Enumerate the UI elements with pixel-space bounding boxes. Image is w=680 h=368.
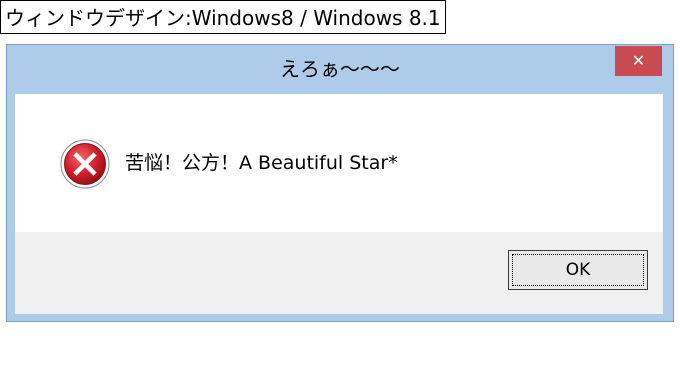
- ok-button[interactable]: OK: [508, 250, 648, 290]
- ok-button-label: OK: [565, 260, 591, 280]
- close-icon: ✕: [631, 51, 646, 70]
- button-area: OK: [15, 232, 663, 314]
- message-text: 苦悩！公方！A Beautiful Star*: [125, 152, 398, 174]
- dialog-client-area: 苦悩！公方！A Beautiful Star* OK: [15, 94, 663, 314]
- dialog-window: えろぁ〜〜〜 ✕ 苦悩！公方！A Beautiful Star* OK: [6, 44, 674, 322]
- window-title: えろぁ〜〜〜: [280, 57, 400, 81]
- message-area: 苦悩！公方！A Beautiful Star*: [15, 94, 663, 232]
- close-button[interactable]: ✕: [615, 46, 662, 76]
- caption-label: ウィンドウデザイン:Windows8 / Windows 8.1: [0, 0, 446, 34]
- error-icon: [60, 139, 110, 189]
- title-bar[interactable]: えろぁ〜〜〜 ✕: [7, 45, 673, 94]
